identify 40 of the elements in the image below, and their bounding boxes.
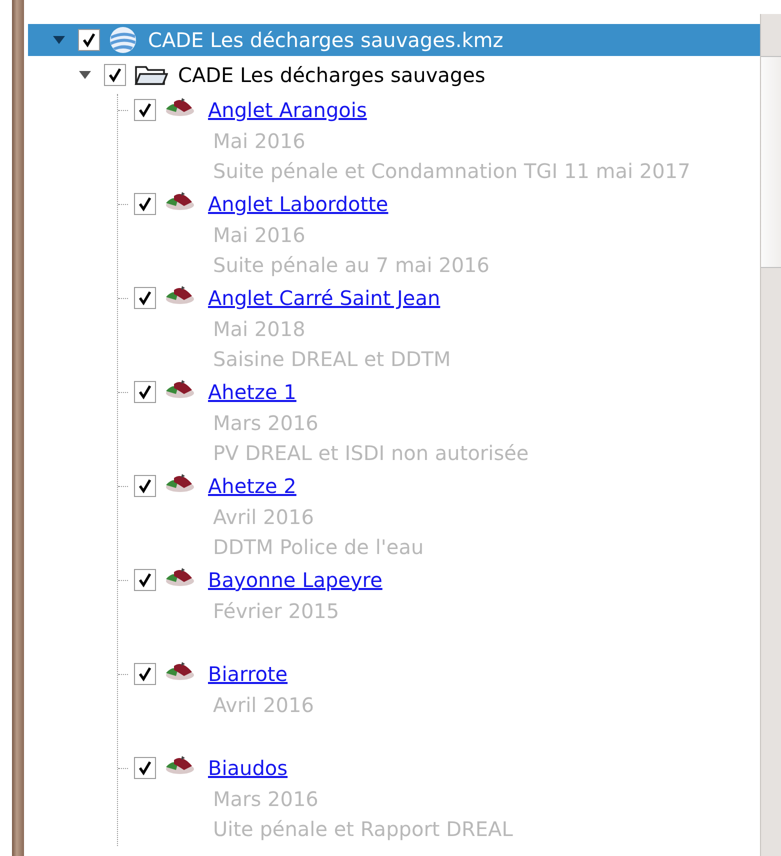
placemark-description: Mars 2016 [212, 786, 320, 813]
checkbox[interactable] [104, 64, 126, 86]
placemark-link[interactable]: Anglet Arangois [208, 98, 367, 122]
checkbox[interactable] [134, 663, 156, 685]
scrollbar[interactable] [760, 14, 781, 856]
checkbox[interactable] [78, 29, 100, 51]
placemark-description: Suite pénale et Condamnation TGI 11 mai 2017 [212, 158, 692, 185]
placemark-description: Uite pénale et Rapport DREAL [212, 816, 514, 843]
checkbox[interactable] [134, 193, 156, 215]
expand-arrow-icon[interactable] [78, 70, 92, 80]
placemark-description: Mars 2016 [212, 410, 320, 437]
placemark-description: DDTM Police de l'eau [212, 534, 425, 561]
checkbox[interactable] [134, 475, 156, 497]
checkbox[interactable] [134, 287, 156, 309]
placemark-link[interactable]: Ahetze 1 [208, 380, 296, 404]
placemark-link[interactable]: Biarrote [208, 662, 288, 686]
placemark-link[interactable]: Biaudos [208, 756, 288, 780]
placemark-description: Mai 2018 [212, 316, 306, 343]
placemark-description: Mai 2016 [212, 128, 306, 155]
placemark-description: Suite pénale au 7 mai 2016 [212, 252, 491, 279]
scrollbar-thumb[interactable] [761, 56, 781, 268]
checkbox[interactable] [134, 99, 156, 121]
globe-icon [108, 25, 138, 55]
expand-arrow-icon[interactable] [52, 35, 66, 45]
checkbox[interactable] [134, 757, 156, 779]
placemark-description: Avril 2016 [212, 504, 315, 531]
placemark-link[interactable]: Ahetze 2 [208, 474, 296, 498]
placemark-link[interactable]: Bayonne Lapeyre [208, 568, 382, 592]
placemark-description: Avril 2016 [212, 692, 315, 719]
placemark-description: Mai 2016 [212, 222, 306, 249]
placemark-description: Février 2015 [212, 598, 340, 625]
placemark-description: PV DREAL et ISDI non autorisée [212, 440, 530, 467]
placemark-link[interactable]: Anglet Labordotte [208, 192, 388, 216]
tree-item[interactable]: CADE Les décharges sauvages.kmz [28, 24, 760, 56]
tree-item[interactable]: CADE Les décharges sauvages [28, 56, 760, 94]
checkbox[interactable] [134, 569, 156, 591]
placemark-description: Saisine DREAL et DDTM [212, 346, 452, 373]
folder-icon [134, 63, 168, 87]
placemark-link[interactable]: Anglet Carré Saint Jean [208, 286, 440, 310]
checkbox[interactable] [134, 381, 156, 403]
